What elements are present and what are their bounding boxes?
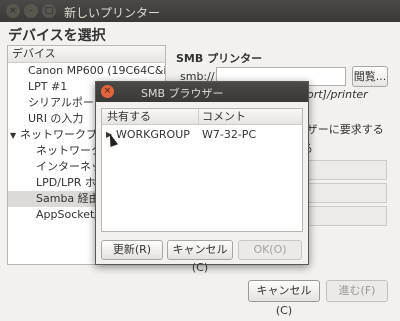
page-heading: デバイスを選択: [8, 28, 106, 44]
ok-button[interactable]: OK(O): [238, 240, 302, 260]
smb-browser-titlebar: × SMB ブラウザー: [96, 82, 308, 102]
column-share[interactable]: 共有する: [107, 109, 151, 124]
maximize-window-icon[interactable]: □: [42, 4, 56, 18]
auth-prompt-text: ーザーに要求する: [296, 123, 384, 136]
close-icon[interactable]: ×: [101, 85, 114, 98]
cancel-button[interactable]: キャンセル(C): [248, 280, 320, 317]
share-tree-header: 共有する コメント: [102, 109, 302, 125]
device-list-header[interactable]: デバイス: [8, 46, 165, 63]
column-comment[interactable]: コメント: [202, 109, 246, 124]
smb-printer-label: SMB プリンター: [176, 52, 263, 65]
close-window-icon[interactable]: ×: [6, 4, 20, 18]
minimize-window-icon[interactable]: –: [24, 4, 38, 18]
smb-uri-hint: port]/printer: [300, 88, 368, 101]
smb-browser-title: SMB ブラウザー: [141, 87, 224, 100]
list-item[interactable]: Canon MP600 (19C64C&interface: [8, 63, 165, 79]
column-separator: [198, 109, 199, 124]
device-item-label: LPT #1: [28, 80, 68, 93]
verify-field[interactable]: [303, 206, 387, 226]
table-row[interactable]: ▶ WORKGROUP W7-32-PC: [102, 127, 302, 147]
dialog-cancel-button[interactable]: キャンセル(C): [167, 240, 233, 274]
expander-icon[interactable]: ▼: [10, 128, 20, 144]
device-item-label: Canon MP600 (19C64C&interface: [28, 64, 165, 77]
smb-browser-dialog: × SMB ブラウザー 共有する コメント ▶ WORKGROUP W7-32-…: [95, 81, 309, 274]
forward-button[interactable]: 進む(F): [326, 280, 388, 302]
device-item-label: URI の入力: [28, 112, 84, 125]
password-field[interactable]: [303, 183, 387, 203]
share-tree[interactable]: 共有する コメント ▶ WORKGROUP W7-32-PC: [101, 108, 303, 232]
username-field[interactable]: [303, 160, 387, 180]
workgroup-name: WORKGROUP: [116, 128, 190, 141]
workgroup-comment: W7-32-PC: [202, 128, 257, 141]
refresh-button[interactable]: 更新(R): [101, 240, 163, 260]
window-titlebar: × – □ 新しいプリンター: [0, 0, 400, 22]
browse-button[interactable]: 閲覧...: [352, 66, 388, 87]
window-title: 新しいプリンター: [64, 6, 161, 20]
